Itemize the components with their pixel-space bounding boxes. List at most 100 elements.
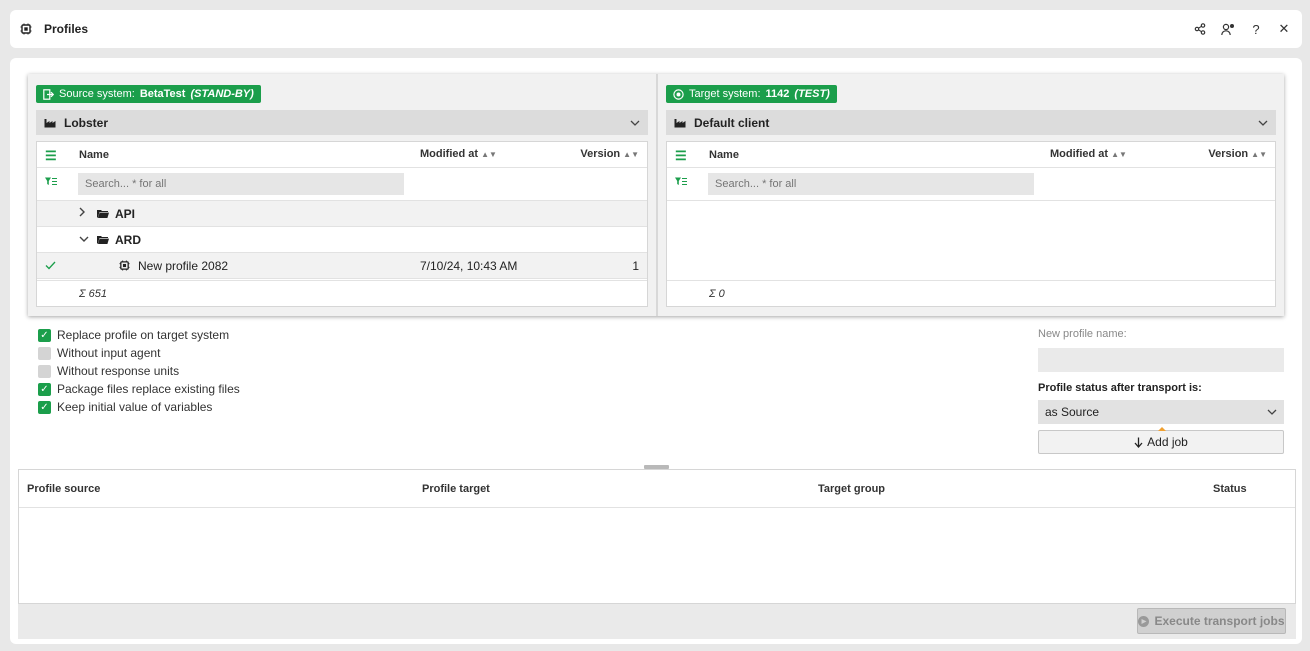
user-settings-icon[interactable] [1220,21,1236,37]
sort-icon: ▲▼ [1251,150,1267,159]
target-filter-row [667,168,1275,201]
column-name[interactable]: Name [79,149,109,161]
column-modified[interactable]: Modified at ▲▼ [420,148,497,160]
column-menu-icon[interactable]: ☰ [675,148,687,164]
profile-chip-icon [119,260,130,271]
source-search-input[interactable] [78,173,404,195]
profile-version: 1 [632,258,639,273]
option-label: Package files replace existing files [57,382,240,396]
column-version[interactable]: Version ▲▼ [1208,148,1267,160]
new-profile-name-label: New profile name: [1038,328,1127,340]
add-job-button[interactable]: Add job [1038,427,1284,454]
option-package-files-replace[interactable]: ✓ Package files replace existing files [38,380,240,398]
filter-icon[interactable] [675,177,687,189]
chevron-down-icon[interactable] [79,234,89,246]
execute-label: Execute transport jobs [1154,614,1285,628]
target-profile-grid: ☰ Name Modified at▲▼ Version▲▼ Σ 0 [666,141,1276,307]
option-without-input-agent[interactable]: Without input agent [38,344,240,362]
profile-chip-icon [20,23,32,35]
caret-indicator-icon [1158,427,1166,431]
profile-modified: 7/10/24, 10:43 AM [420,258,518,273]
jobs-header: Profile source Profile target Target gro… [19,470,1295,508]
option-without-response-units[interactable]: Without response units [38,362,240,380]
checkbox-checked[interactable]: ✓ [38,400,51,414]
column-status[interactable]: Status [1213,483,1247,495]
status-label: Profile status after transport is: [1038,382,1202,394]
option-label: Replace profile on target system [57,328,230,342]
column-version[interactable]: Version ▲▼ [580,148,639,160]
source-filter-row [37,168,647,201]
target-client-label: Default client [694,115,770,130]
profile-status-select[interactable]: as Source [1038,400,1284,424]
source-profile-grid: ☰ Name Modified at▲▼ Version▲▼ A [36,141,648,307]
bottom-toolbar: ▶ Execute transport jobs [18,604,1296,639]
column-profile-target[interactable]: Profile target [422,483,490,495]
source-system-state: (STAND-BY) [190,88,254,100]
checkbox-checked[interactable]: ✓ [38,328,51,342]
option-label: Without input agent [57,346,161,360]
column-menu-icon[interactable]: ☰ [45,148,57,164]
tree-row[interactable]: API [37,201,647,227]
tree-row[interactable]: New profile 2082 7/10/24, 10:43 AM 1 [37,253,647,279]
play-icon: ▶ [1138,615,1150,627]
add-job-label: Add job [1147,435,1188,449]
check-icon [45,259,56,273]
target-grid-header: ☰ Name Modified at ▲▼ Version ▲▼ [667,142,1275,168]
target-system-badge: Target system: 1142 (TEST) [666,85,837,103]
status-value: as Source [1045,405,1100,419]
system-panels: Source system: BetaTest (STAND-BY) Lobst… [28,74,1284,316]
arrow-down-icon [1134,437,1143,448]
chevron-down-icon [630,117,640,129]
profile-name: New profile 2082 [138,258,229,273]
filter-icon[interactable] [45,177,57,189]
target-sum: Σ 0 [667,280,1275,306]
target-panel: Target system: 1142 (TEST) Default clien… [656,74,1284,316]
target-badge-prefix: Target system: [689,88,761,100]
folder-open-icon [97,210,109,218]
option-replace-profile[interactable]: ✓ Replace profile on target system [38,326,240,344]
chevron-right-icon[interactable] [79,207,86,220]
sort-icon: ▲▼ [481,150,497,159]
factory-icon [44,119,56,128]
source-system-badge: Source system: BetaTest (STAND-BY) [36,85,261,103]
job-settings-form: New profile name: Profile status after t… [1038,328,1284,454]
source-badge-prefix: Source system: [59,88,135,100]
target-client-select[interactable]: Default client [666,110,1276,135]
exit-icon [43,88,54,100]
chevron-down-icon [1258,117,1268,129]
target-search-input[interactable] [708,173,1034,195]
target-system-state: (TEST) [794,88,830,100]
column-modified[interactable]: Modified at ▲▼ [1050,148,1127,160]
transport-jobs-table: Profile source Profile target Target gro… [18,469,1296,604]
window-titlebar: Profiles ? ✕ [10,10,1302,48]
source-client-select[interactable]: Lobster [36,110,648,135]
transport-options: ✓ Replace profile on target system Witho… [38,326,240,416]
option-keep-initial-values[interactable]: ✓ Keep initial value of variables [38,398,240,416]
option-label: Without response units [57,364,180,378]
source-sum: Σ 651 [37,280,647,306]
share-icon[interactable] [1192,21,1208,37]
target-system-name: 1142 [765,88,790,100]
new-profile-name-input[interactable] [1038,348,1284,372]
column-profile-source[interactable]: Profile source [27,483,100,495]
factory-icon [674,119,686,128]
checkbox-unchecked[interactable] [38,364,51,378]
window-title: Profiles [44,22,89,36]
target-icon [673,88,684,100]
help-icon[interactable]: ? [1248,21,1264,37]
source-client-label: Lobster [64,115,109,130]
column-target-group[interactable]: Target group [818,483,885,495]
source-grid-header: ☰ Name Modified at ▲▼ Version ▲▼ [37,142,647,168]
checkbox-unchecked[interactable] [38,346,51,360]
sort-icon: ▲▼ [1111,150,1127,159]
tree-row[interactable]: ARD [37,227,647,253]
main-card: Source system: BetaTest (STAND-BY) Lobst… [10,58,1302,644]
option-label: Keep initial value of variables [57,400,213,414]
folder-name: API [115,206,136,221]
close-icon[interactable]: ✕ [1276,21,1292,37]
execute-transport-jobs-button[interactable]: ▶ Execute transport jobs [1137,608,1286,634]
checkbox-checked[interactable]: ✓ [38,382,51,396]
source-system-name: BetaTest [139,88,186,100]
source-panel: Source system: BetaTest (STAND-BY) Lobst… [28,74,656,316]
column-name[interactable]: Name [709,149,739,161]
